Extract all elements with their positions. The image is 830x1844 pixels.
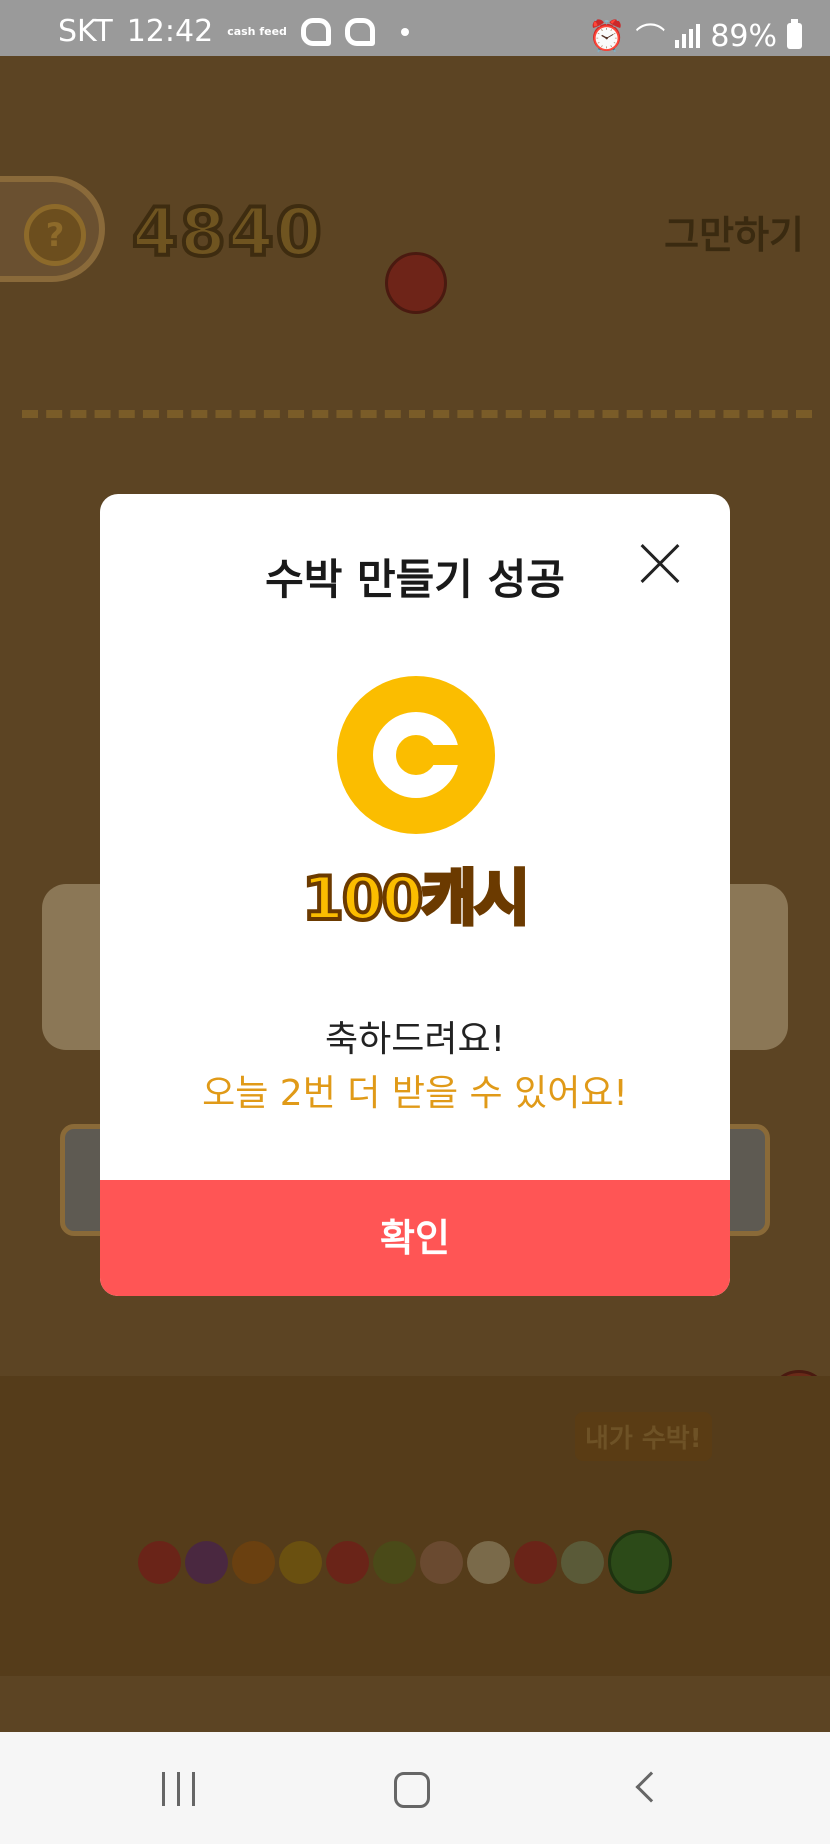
reward-amount: 100캐시 xyxy=(300,862,532,936)
confirm-button[interactable]: 확인 xyxy=(100,1180,730,1296)
quit-button[interactable]: 그만하기 xyxy=(664,204,804,259)
battery-percent: 89% xyxy=(710,18,777,54)
alarm-icon: ⏰ xyxy=(587,18,626,54)
falling-fruit-icon xyxy=(385,252,447,314)
cash-coin-icon xyxy=(337,676,495,834)
status-bar: SKT 12:42 cash feed ⏰ ⌒ 89% xyxy=(0,0,830,58)
recent-apps-icon[interactable] xyxy=(162,1772,195,1806)
cashfeed-notification-icon: cash feed xyxy=(227,24,287,38)
score-display: 4840 xyxy=(130,192,324,273)
status-left: SKT 12:42 cash feed xyxy=(58,14,409,49)
remaining-chances-message: 오늘 2번 더 받을 수 있어요! xyxy=(202,1073,628,1114)
signal-icon xyxy=(675,24,701,48)
congrats-message: 축하드려요! xyxy=(324,1019,506,1060)
melon-icon xyxy=(561,1540,604,1584)
home-icon[interactable] xyxy=(394,1772,430,1808)
watermelon-icon xyxy=(608,1530,672,1594)
cherry-icon xyxy=(138,1540,181,1584)
apple-icon xyxy=(326,1540,369,1584)
help-button[interactable]: ? xyxy=(0,176,105,282)
mandarin-icon xyxy=(232,1540,275,1584)
carrier-label: SKT xyxy=(58,14,113,49)
lemon-icon xyxy=(279,1540,322,1584)
modal-title: 수박 만들기 성공 xyxy=(265,555,565,604)
question-icon: ? xyxy=(24,204,86,266)
battery-icon xyxy=(787,19,802,49)
wifi-icon: ⌒ xyxy=(635,22,666,57)
deadline-line xyxy=(22,410,812,418)
pear-icon xyxy=(467,1540,510,1584)
close-icon[interactable] xyxy=(640,544,680,584)
tomato-icon xyxy=(514,1540,557,1584)
success-modal: 수박 만들기 성공 100캐시 축하드려요! 오늘 2번 더 받을 수 있어요!… xyxy=(100,494,730,1296)
more-notifications-icon xyxy=(400,27,409,36)
kiwi-icon xyxy=(373,1540,416,1584)
back-icon[interactable] xyxy=(635,1771,667,1803)
clock: 12:42 xyxy=(126,14,214,49)
evolution-tag: 내가 수박! xyxy=(575,1412,712,1461)
app-notification-icon xyxy=(300,17,331,46)
coin-c-mark xyxy=(373,712,462,798)
app-notification-icon-2 xyxy=(344,17,375,46)
peach-icon xyxy=(420,1540,463,1584)
status-right: ⏰ ⌒ 89% xyxy=(588,14,802,58)
system-nav-bar xyxy=(0,1732,830,1844)
grape-icon xyxy=(185,1540,228,1584)
evolution-fruit-row xyxy=(138,1530,672,1594)
